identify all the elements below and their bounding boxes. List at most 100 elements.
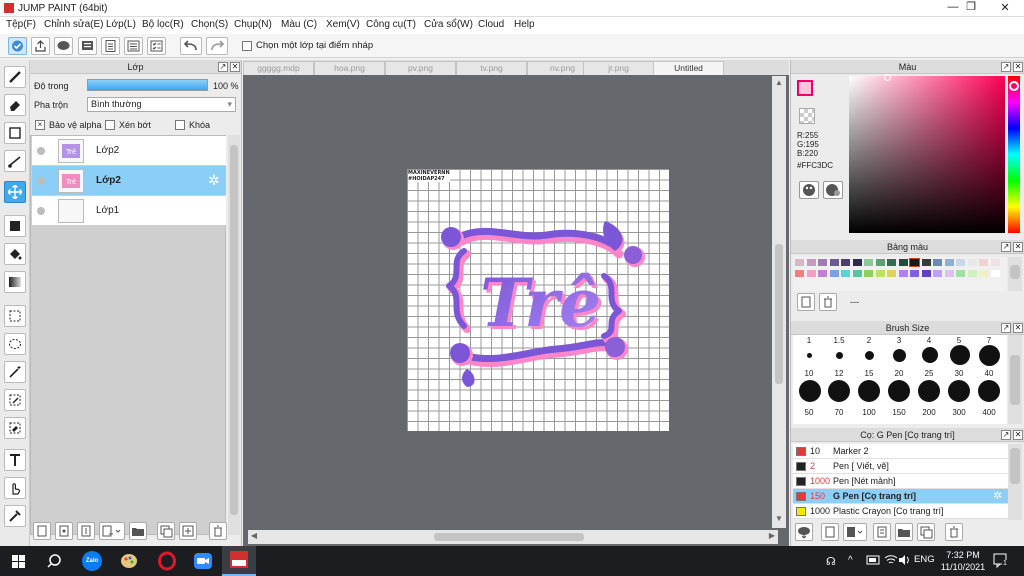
tool-hand[interactable] (4, 477, 26, 499)
new-8bit-layer-button[interactable] (77, 522, 95, 540)
menu-window[interactable]: Cửa sổ(W) (424, 19, 473, 30)
search-button[interactable] (44, 551, 66, 571)
palette-swatch[interactable] (887, 270, 896, 277)
palette-swatch[interactable] (818, 259, 827, 266)
brush-size-option[interactable] (918, 380, 940, 402)
palette-scrollbar-thumb[interactable] (1010, 265, 1020, 279)
menu-cloud[interactable]: Cloud (478, 19, 504, 30)
zoom-app-button[interactable] (192, 551, 214, 571)
palette-swatch[interactable] (967, 259, 977, 266)
tool-rectangle[interactable] (4, 122, 26, 144)
palette-swatch[interactable] (990, 270, 1000, 277)
message-button[interactable] (78, 37, 97, 55)
tab-pv[interactable]: pv.png (385, 61, 456, 75)
scroll-right-icon[interactable]: ▶ (766, 531, 778, 543)
menu-help[interactable]: Help (514, 19, 535, 30)
color-picker-cursor[interactable] (884, 74, 891, 81)
tool-select-eraser[interactable] (4, 417, 26, 439)
tool-line[interactable] (4, 150, 26, 172)
brush-size-option[interactable] (888, 380, 910, 402)
maximize-button[interactable]: ❐ (956, 0, 986, 14)
palette-swatch[interactable] (795, 270, 804, 277)
menu-tools[interactable]: Công cụ(T) (366, 19, 416, 30)
scroll-down-icon[interactable]: ▼ (772, 514, 786, 526)
people-icon[interactable]: ☊ (826, 555, 836, 568)
palette-swatch[interactable] (921, 259, 931, 266)
palette-swatch[interactable] (944, 259, 954, 266)
battery-icon[interactable] (866, 554, 880, 565)
hue-slider[interactable] (1008, 76, 1020, 233)
palette-swatch[interactable] (933, 270, 942, 277)
tool-select-rect[interactable] (4, 305, 26, 327)
palette-swatch[interactable] (910, 270, 919, 277)
draft-layer-checkbox[interactable] (242, 41, 252, 51)
menu-view[interactable]: Xem(V) (326, 19, 360, 30)
brush-delete-button[interactable] (945, 523, 963, 541)
scroll-left-icon[interactable]: ◀ (248, 531, 260, 543)
protect-alpha-checkbox[interactable]: × (35, 120, 45, 130)
tab-tv[interactable]: tv.png (456, 61, 527, 75)
brush-folder-button[interactable] (895, 523, 913, 541)
lock-checkbox[interactable] (175, 120, 185, 130)
palette-swatch[interactable] (829, 270, 839, 277)
palette-swatch[interactable] (829, 259, 839, 266)
palette-swatch[interactable] (944, 270, 954, 277)
notification-center-icon[interactable]: 1 (992, 552, 1008, 571)
palette-swatches[interactable] (793, 257, 1007, 291)
palette-swatch[interactable] (990, 259, 1000, 266)
opera-browser-button[interactable] (156, 551, 178, 571)
brush-size-option[interactable] (979, 345, 1000, 366)
brush-size-option[interactable] (922, 347, 938, 363)
menu-capture[interactable]: Chụp(N) (234, 19, 272, 30)
volume-icon[interactable] (898, 554, 912, 569)
palette-swatch[interactable] (898, 270, 908, 277)
share-button[interactable] (31, 37, 50, 55)
brush-add-menu-button[interactable] (843, 523, 867, 541)
color-wheel-button[interactable] (799, 181, 819, 199)
wifi-icon[interactable] (884, 554, 898, 569)
visibility-dot-icon[interactable] (37, 147, 45, 155)
blend-mode-select[interactable]: Bình thường ▾ (87, 97, 236, 112)
show-hidden-icons-chevron-icon[interactable]: ^ (848, 555, 853, 566)
palette-swatch[interactable] (864, 259, 873, 266)
brush-size-option[interactable] (836, 352, 843, 359)
brush-size-scrollbar-thumb[interactable] (1010, 355, 1020, 405)
palette-swatch[interactable] (956, 259, 965, 266)
brush-size-option[interactable] (948, 380, 970, 402)
gear-icon[interactable]: ✲ (993, 489, 1002, 504)
new-halftone-layer-button[interactable] (55, 522, 73, 540)
brush-list-item[interactable]: 10 Marker 2 (793, 444, 1009, 459)
brush-size-option[interactable] (893, 349, 906, 362)
tab-untitled[interactable]: Untitled (653, 61, 724, 75)
brush-size-option[interactable] (799, 380, 821, 402)
panel-detach-icon[interactable]: ↗ (1001, 62, 1011, 72)
color-settings-button[interactable] (823, 181, 843, 199)
panel-close-icon[interactable]: ✕ (1013, 430, 1023, 440)
panel-close-icon[interactable]: ✕ (1013, 62, 1023, 72)
tool-magic-wand[interactable] (4, 361, 26, 383)
scroll-up-icon[interactable]: ▲ (772, 78, 786, 90)
comment-button[interactable] (54, 37, 73, 55)
tab-ggggg[interactable]: ggggg.mdp (243, 61, 314, 75)
layer-item[interactable]: Lớp1 (32, 196, 226, 226)
brush-size-option[interactable] (828, 380, 850, 402)
layer-scrollbar-thumb[interactable] (230, 145, 238, 515)
tool-move[interactable] (4, 181, 26, 203)
new-layer-button[interactable] (33, 522, 51, 540)
palette-scrollbar[interactable] (1008, 257, 1022, 291)
panel-close-icon[interactable]: ✕ (1013, 323, 1023, 333)
panel-close-icon[interactable]: ✕ (1013, 242, 1023, 252)
clipping-checkbox[interactable] (105, 120, 115, 130)
tool-eyedropper[interactable] (4, 505, 26, 527)
brush-size-option[interactable] (978, 380, 1000, 402)
menu-edit[interactable]: Chỉnh sửa(E) (44, 19, 104, 30)
visibility-dot-icon[interactable] (37, 207, 45, 215)
layer-item[interactable]: Trê Lớp2 (32, 136, 226, 166)
gear-icon[interactable]: ✲ (208, 172, 220, 189)
panel-close-icon[interactable]: ✕ (230, 62, 240, 72)
tool-select-pen[interactable] (4, 389, 26, 411)
opacity-slider[interactable] (87, 79, 208, 91)
menu-select[interactable]: Chọn(S) (191, 19, 228, 30)
tab-hoa[interactable]: hoa.png (314, 61, 385, 75)
menu-filter[interactable]: Bộ lọc(R) (142, 19, 184, 30)
